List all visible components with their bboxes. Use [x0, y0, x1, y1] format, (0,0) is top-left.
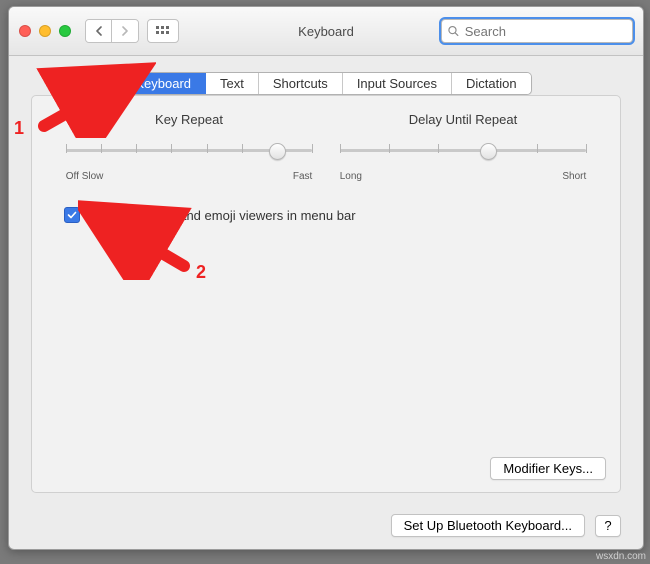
- tab-label: Text: [220, 76, 244, 91]
- tab-shortcuts[interactable]: Shortcuts: [259, 73, 343, 94]
- back-button[interactable]: [86, 20, 112, 42]
- search-input[interactable]: [463, 19, 626, 43]
- window-controls: [19, 25, 71, 37]
- chevron-left-icon: [95, 26, 103, 36]
- forward-button[interactable]: [112, 20, 138, 42]
- label-short: Short: [562, 171, 586, 182]
- delay-repeat-labels: Long Short: [340, 171, 587, 185]
- chevron-right-icon: [121, 26, 129, 36]
- tab-bar: Keyboard Text Shortcuts Input Sources Di…: [9, 72, 643, 95]
- content-panel: Key Repeat Off Slow Fast Delay Until Rep…: [31, 95, 621, 493]
- checkmark-icon: [67, 210, 77, 220]
- sliders-area: Key Repeat Off Slow Fast Delay Until Rep…: [32, 96, 620, 185]
- slider-thumb[interactable]: [480, 143, 497, 160]
- help-button[interactable]: ?: [595, 515, 621, 537]
- label-off: Off: [66, 171, 79, 182]
- modifier-keys-button[interactable]: Modifier Keys...: [490, 457, 606, 480]
- nav-buttons: [85, 19, 139, 43]
- search-field[interactable]: [441, 19, 633, 43]
- annotation-number-1: 1: [14, 118, 24, 139]
- tab-label: Input Sources: [357, 76, 437, 91]
- menu-bar-viewers-row[interactable]: Show keyboard and emoji viewers in menu …: [32, 185, 620, 223]
- watermark: wsxdn.com: [596, 551, 646, 562]
- label-fast: Fast: [293, 171, 312, 182]
- tab-text[interactable]: Text: [206, 73, 259, 94]
- search-icon: [448, 25, 459, 37]
- tab-label: Keyboard: [135, 76, 191, 91]
- segmented-tabs: Keyboard Text Shortcuts Input Sources Di…: [120, 72, 531, 95]
- close-icon[interactable]: [19, 25, 31, 37]
- tab-label: Dictation: [466, 76, 517, 91]
- checkbox-label: Show keyboard and emoji viewers in menu …: [86, 208, 356, 223]
- label-slow: Slow: [82, 171, 104, 182]
- zoom-icon[interactable]: [59, 25, 71, 37]
- grid-icon: [156, 26, 170, 36]
- key-repeat-group: Key Repeat Off Slow Fast: [66, 112, 313, 185]
- label-long: Long: [340, 171, 362, 182]
- titlebar: Keyboard: [9, 7, 643, 56]
- delay-repeat-group: Delay Until Repeat Long Short: [340, 112, 587, 185]
- minimize-icon[interactable]: [39, 25, 51, 37]
- annotation-number-2: 2: [196, 262, 206, 283]
- bluetooth-keyboard-button[interactable]: Set Up Bluetooth Keyboard...: [391, 514, 585, 537]
- key-repeat-title: Key Repeat: [66, 112, 313, 127]
- keyboard-preferences-window: Keyboard Keyboard Text Shortcuts Input S…: [8, 6, 644, 550]
- slider-thumb[interactable]: [269, 143, 286, 160]
- key-repeat-slider[interactable]: [66, 141, 313, 169]
- key-repeat-labels: Off Slow Fast: [66, 171, 313, 185]
- delay-repeat-slider[interactable]: [340, 141, 587, 169]
- menu-bar-viewers-checkbox[interactable]: [64, 207, 80, 223]
- show-all-button[interactable]: [147, 19, 179, 43]
- tab-label: Shortcuts: [273, 76, 328, 91]
- tab-input-sources[interactable]: Input Sources: [343, 73, 452, 94]
- tab-dictation[interactable]: Dictation: [452, 73, 531, 94]
- tab-keyboard[interactable]: Keyboard: [121, 73, 206, 94]
- footer: Set Up Bluetooth Keyboard... ?: [9, 514, 643, 537]
- delay-repeat-title: Delay Until Repeat: [340, 112, 587, 127]
